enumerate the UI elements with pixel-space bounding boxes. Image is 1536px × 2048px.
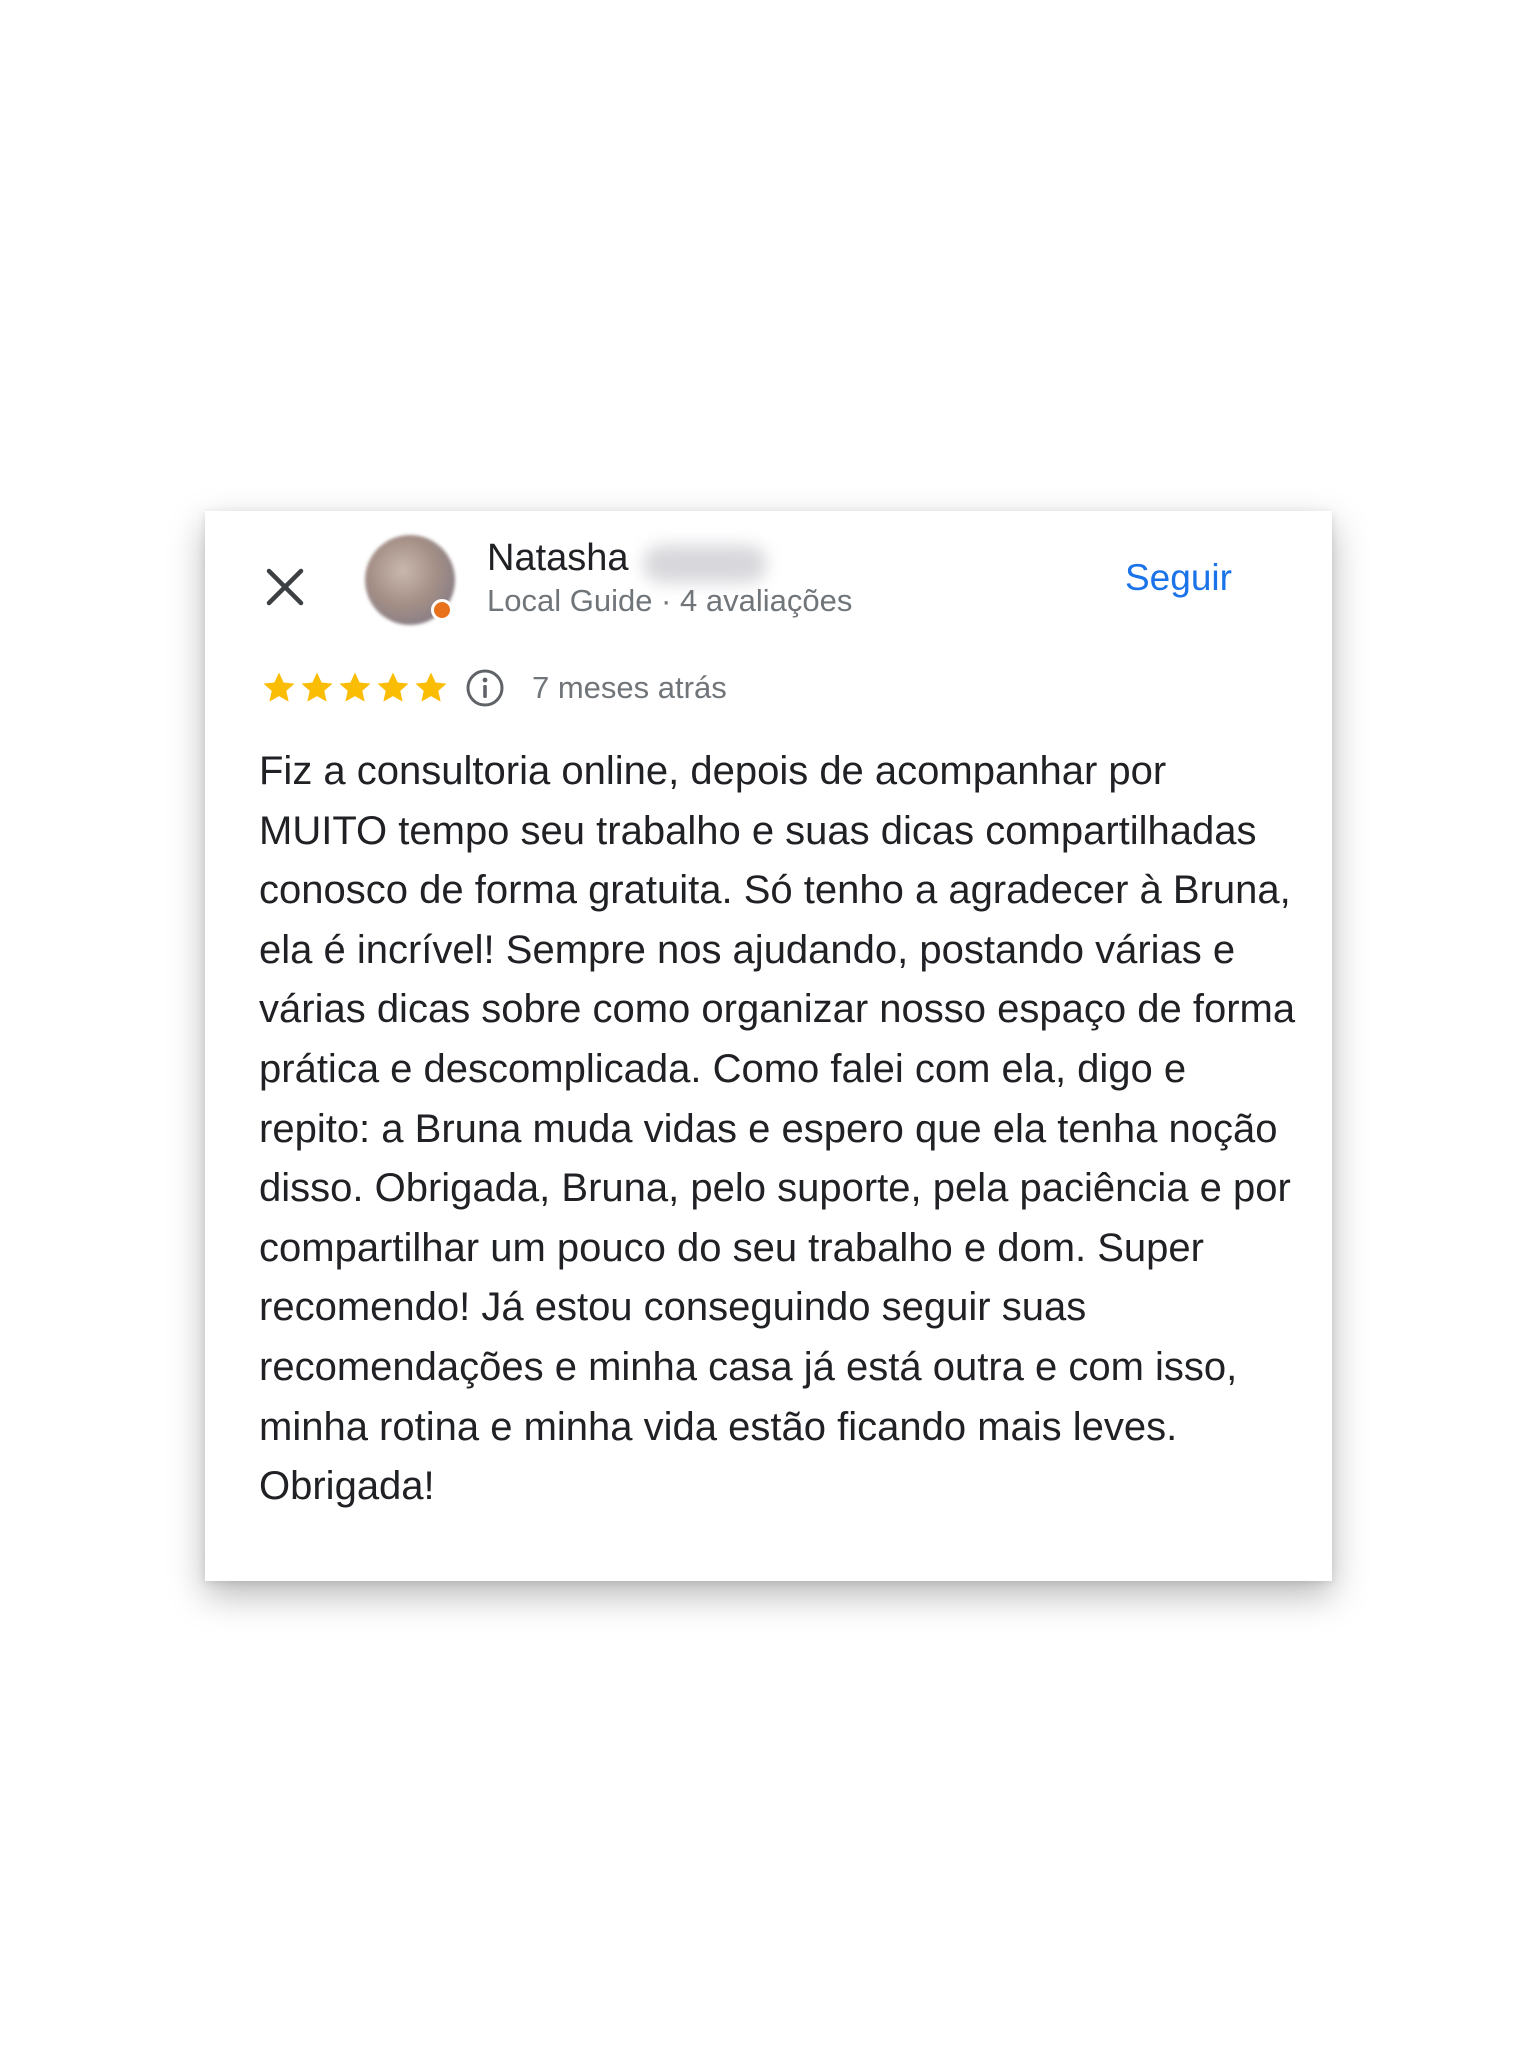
local-guide-badge-icon <box>431 599 453 621</box>
star-icon <box>301 672 333 702</box>
info-icon[interactable] <box>464 667 506 709</box>
follow-button[interactable]: Seguir <box>1125 555 1232 601</box>
review-text: Fiz a consultoria online, depois de acom… <box>259 749 1296 1509</box>
rating-row: 7 meses atrás <box>260 665 727 711</box>
star-icon <box>377 672 409 702</box>
star-icon <box>263 672 295 702</box>
close-icon <box>266 568 304 606</box>
close-button[interactable] <box>257 559 313 615</box>
review-date: 7 meses atrás <box>532 670 727 705</box>
star-icon <box>415 672 447 702</box>
reviewer-name[interactable]: Natasha <box>487 535 629 581</box>
star-icon <box>339 672 371 702</box>
review-card: Natasha Local Guide · 4 avaliações Segui… <box>205 511 1332 1581</box>
avatar[interactable] <box>365 535 455 625</box>
blurred-surname <box>643 545 767 583</box>
star-rating <box>260 669 450 707</box>
reviewer-meta: Local Guide · 4 avaliações <box>487 583 853 618</box>
